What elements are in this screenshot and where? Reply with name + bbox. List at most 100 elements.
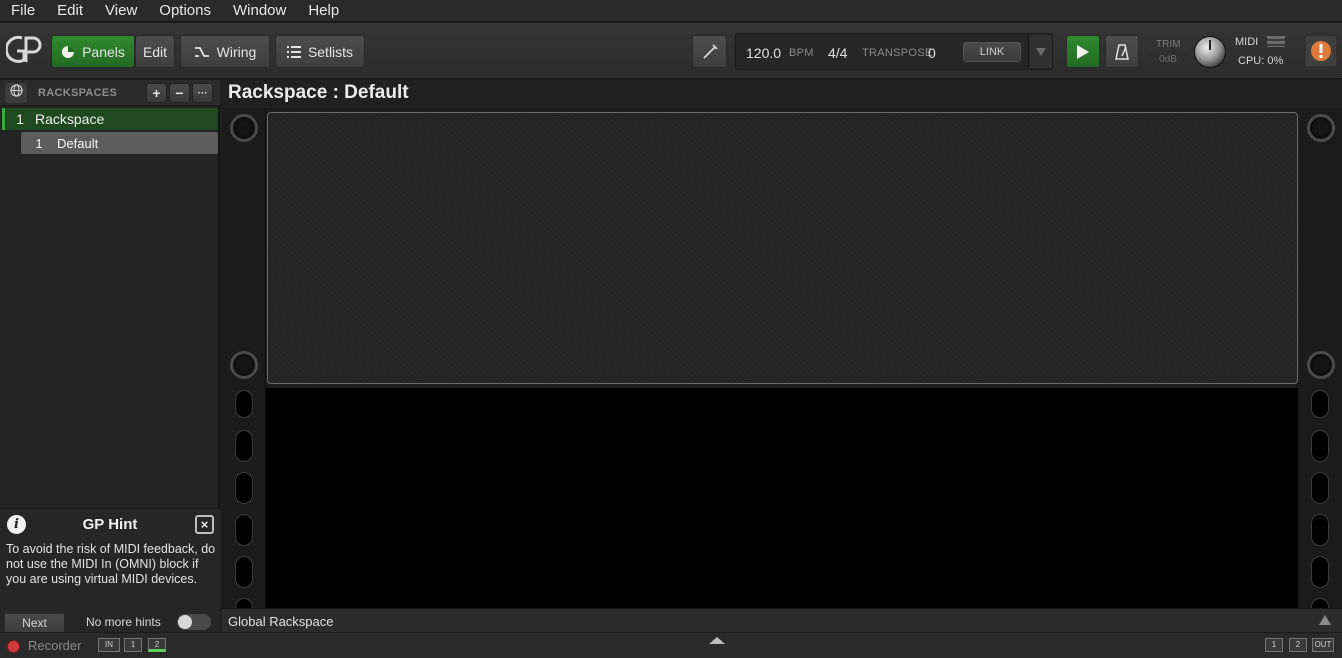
menu-options[interactable]: Options — [148, 0, 222, 22]
hint-close-button[interactable]: × — [195, 515, 214, 534]
rack-screw-icon — [230, 351, 258, 379]
global-rackspace-bar[interactable]: Global Rackspace — [222, 608, 1342, 632]
record-icon[interactable] — [7, 640, 20, 653]
expand-panel-icon[interactable] — [709, 637, 725, 644]
variation-name: Default — [57, 135, 99, 151]
rack-view: Rackspace : Default — [222, 80, 1342, 630]
alert-button[interactable] — [1304, 34, 1338, 68]
midi-activity-indicator — [1267, 36, 1285, 47]
transpose-label: TRANSPOSE — [862, 47, 933, 59]
rackspace-name: Rackspace — [35, 111, 105, 127]
menu-edit[interactable]: Edit — [46, 0, 94, 22]
rack-slot — [1311, 390, 1329, 418]
rack-slot — [1311, 514, 1329, 546]
rackspace-item[interactable]: 1 Rackspace — [2, 108, 218, 130]
wiring-button[interactable]: Wiring — [180, 35, 270, 68]
transport-dropdown[interactable] — [1028, 35, 1052, 68]
midi-label: MIDI — [1235, 36, 1259, 48]
list-icon — [286, 45, 301, 58]
trim-label: TRIM — [1156, 39, 1181, 50]
hint-panel: i GP Hint × To avoid the risk of MIDI fe… — [0, 508, 220, 633]
chevron-down-icon — [1035, 43, 1046, 61]
input-meter-2: 2 — [148, 638, 166, 652]
edit-label: Edit — [142, 43, 168, 60]
menu-file[interactable]: File — [0, 0, 46, 22]
minus-icon: − — [175, 85, 184, 101]
add-rackspace-button[interactable]: + — [146, 83, 167, 103]
wiring-icon — [194, 46, 210, 58]
tuning-fork-icon — [701, 43, 719, 61]
globe-icon — [9, 84, 23, 102]
time-signature[interactable]: 4/4 — [828, 45, 847, 61]
link-button[interactable]: LINK — [963, 42, 1021, 62]
cpu-label-text: CPU: — [1238, 55, 1265, 67]
rack-slot — [1311, 556, 1329, 588]
rack-title-bar: Rackspace : Default — [222, 80, 1342, 108]
recorder-label: Recorder — [28, 638, 82, 653]
expand-up-icon[interactable] — [1319, 615, 1331, 625]
transport-panel: 120.0 BPM 4/4 TRANSPOSE 0 LINK — [735, 33, 1053, 70]
wiring-label: Wiring — [216, 43, 257, 60]
page-title: Rackspace : Default — [228, 82, 409, 103]
rackspaces-title: RACKSPACES — [38, 87, 118, 99]
rack-slot — [235, 472, 253, 504]
rackspaces-header: RACKSPACES + − ··· — [0, 80, 220, 106]
hint-text: To avoid the risk of MIDI feedback, do n… — [6, 542, 216, 586]
next-hint-button[interactable]: Next — [4, 613, 65, 633]
setlists-label: Setlists — [307, 43, 354, 60]
metronome-icon — [1114, 43, 1130, 60]
bpm-label: BPM — [789, 47, 814, 59]
bpm-value[interactable]: 120.0 — [746, 45, 781, 61]
rackspace-number: 1 — [16, 111, 24, 127]
rack-screw-icon — [1307, 114, 1335, 142]
no-more-hints-toggle[interactable] — [177, 614, 211, 630]
cpu-value: 0% — [1267, 55, 1284, 67]
rackspace-panel[interactable] — [267, 112, 1298, 384]
toolbar: Panels Edit Wiring Setlists 120.0 BPM 4/… — [0, 23, 1342, 79]
panels-icon — [61, 45, 75, 59]
setlists-button[interactable]: Setlists — [275, 35, 365, 68]
master-volume-knob[interactable] — [1194, 36, 1226, 68]
warning-icon — [1304, 34, 1338, 72]
tuner-button[interactable] — [692, 35, 727, 68]
trim-value[interactable]: 0dB — [1148, 53, 1188, 67]
cpu-label: CPU: 0% — [1238, 55, 1283, 67]
plus-icon: + — [152, 85, 161, 101]
rack-slot — [235, 514, 253, 546]
rack-slot — [235, 556, 253, 588]
hint-title: GP Hint — [82, 516, 138, 533]
output-meter-2: 2 — [1289, 638, 1307, 652]
rack-slot — [235, 430, 253, 462]
input-meter-1: 1 — [124, 638, 142, 652]
menu-view[interactable]: View — [94, 0, 148, 22]
variation-number: 1 — [35, 135, 43, 151]
menu-bar: File Edit View Options Window Help — [0, 0, 1342, 22]
rack-slot — [1311, 472, 1329, 504]
remove-rackspace-button[interactable]: − — [169, 83, 190, 103]
play-icon — [1077, 44, 1089, 59]
next-label: Next — [22, 616, 47, 630]
more-options-button[interactable]: ··· — [192, 83, 213, 103]
ellipsis-icon: ··· — [197, 87, 208, 99]
no-more-hints-label: No more hints — [86, 615, 161, 629]
gp-logo-icon — [4, 32, 44, 68]
panels-button[interactable]: Panels — [51, 35, 135, 68]
panels-label: Panels — [82, 43, 125, 60]
menu-help[interactable]: Help — [297, 0, 350, 22]
variation-item[interactable]: 1 Default — [21, 132, 218, 154]
rack-screw-icon — [230, 114, 258, 142]
edit-button[interactable]: Edit — [135, 35, 175, 68]
rackspaces-panel: RACKSPACES + − ··· 1 Rackspace 1 Default… — [0, 80, 220, 633]
menu-window[interactable]: Window — [222, 0, 297, 22]
globe-button[interactable] — [5, 83, 27, 103]
status-bar: Recorder IN 1 2 1 2 OUT — [0, 632, 1342, 658]
play-button[interactable] — [1066, 35, 1100, 68]
link-label: LINK — [979, 46, 1005, 58]
metronome-button[interactable] — [1105, 35, 1139, 68]
output-meter-label: OUT — [1312, 638, 1334, 652]
rack-slot — [235, 390, 253, 418]
rack-screw-icon — [1307, 351, 1335, 379]
global-rackspace-label: Global Rackspace — [228, 614, 334, 629]
transpose-value[interactable]: 0 — [928, 45, 936, 61]
rack-slot — [1311, 430, 1329, 462]
